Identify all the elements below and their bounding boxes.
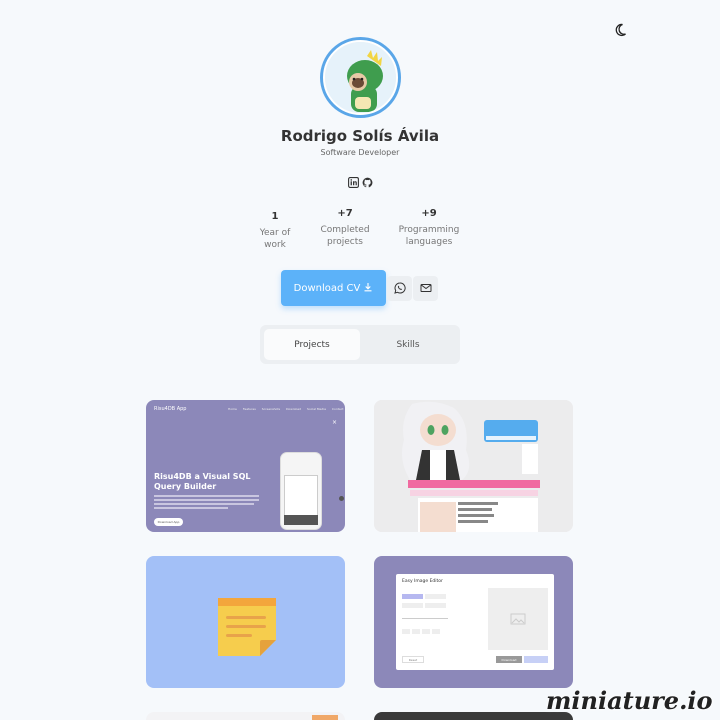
download-cv-label: Download CV — [293, 282, 361, 294]
stat-projects: +7 Completed projects — [320, 208, 370, 247]
editor-title: Easy Image Editor — [402, 579, 443, 584]
project-card-partial-2[interactable] — [374, 712, 573, 720]
whatsapp-button[interactable] — [387, 276, 412, 301]
github-icon[interactable] — [362, 173, 373, 188]
sticky-note-icon — [216, 596, 278, 662]
profile-name: Rodrigo Solís Ávila — [280, 127, 440, 145]
phone-mockup — [280, 452, 322, 530]
project-card-notes[interactable] — [146, 556, 345, 688]
download-icon — [363, 282, 373, 295]
project-headline: Risu4DB a Visual SQL Query Builder — [154, 472, 251, 491]
reset-button: Reset — [402, 656, 424, 663]
section-tabs: Projects Skills — [260, 325, 460, 364]
project-card-risu4db[interactable]: Risu4DB App Home Features Screenshots Do… — [146, 400, 345, 532]
profile-role: Software Developer — [320, 148, 400, 157]
stat-years: 1 Year of work — [259, 211, 291, 250]
editor-window: Easy Image Editor Reset Download — [396, 574, 554, 670]
carousel-arrow-icon — [339, 496, 344, 501]
download-cv-button[interactable]: Download CV — [281, 270, 386, 306]
download-button: Download — [496, 656, 522, 663]
project-card-image-editor[interactable]: Easy Image Editor Reset Download — [374, 556, 573, 688]
download-app-button: Download App — [154, 518, 183, 526]
image-placeholder-icon — [510, 610, 526, 629]
linkedin-icon[interactable] — [348, 173, 359, 188]
mail-icon — [420, 279, 432, 298]
image-preview — [488, 588, 548, 650]
project-title: Risu4DB App — [154, 406, 187, 412]
whatsapp-icon — [393, 279, 406, 298]
moon-icon[interactable] — [612, 22, 628, 38]
secondary-button — [524, 656, 548, 663]
project-card-partial-1[interactable] — [146, 712, 345, 720]
project-nav: Home Features Screenshots Download Socia… — [228, 407, 344, 411]
close-icon: × — [332, 419, 338, 426]
project-card-twitter[interactable] — [374, 400, 573, 532]
tab-projects[interactable]: Projects — [264, 329, 360, 360]
email-button[interactable] — [413, 276, 438, 301]
watermark: miniature.io — [546, 686, 713, 715]
editor-controls — [402, 594, 448, 634]
avatar — [320, 37, 401, 118]
social-links — [348, 173, 373, 188]
tab-skills[interactable]: Skills — [360, 329, 456, 360]
project-description — [154, 495, 259, 509]
project-screenshot — [374, 400, 573, 532]
stat-languages: +9 Programming languages — [398, 208, 460, 247]
